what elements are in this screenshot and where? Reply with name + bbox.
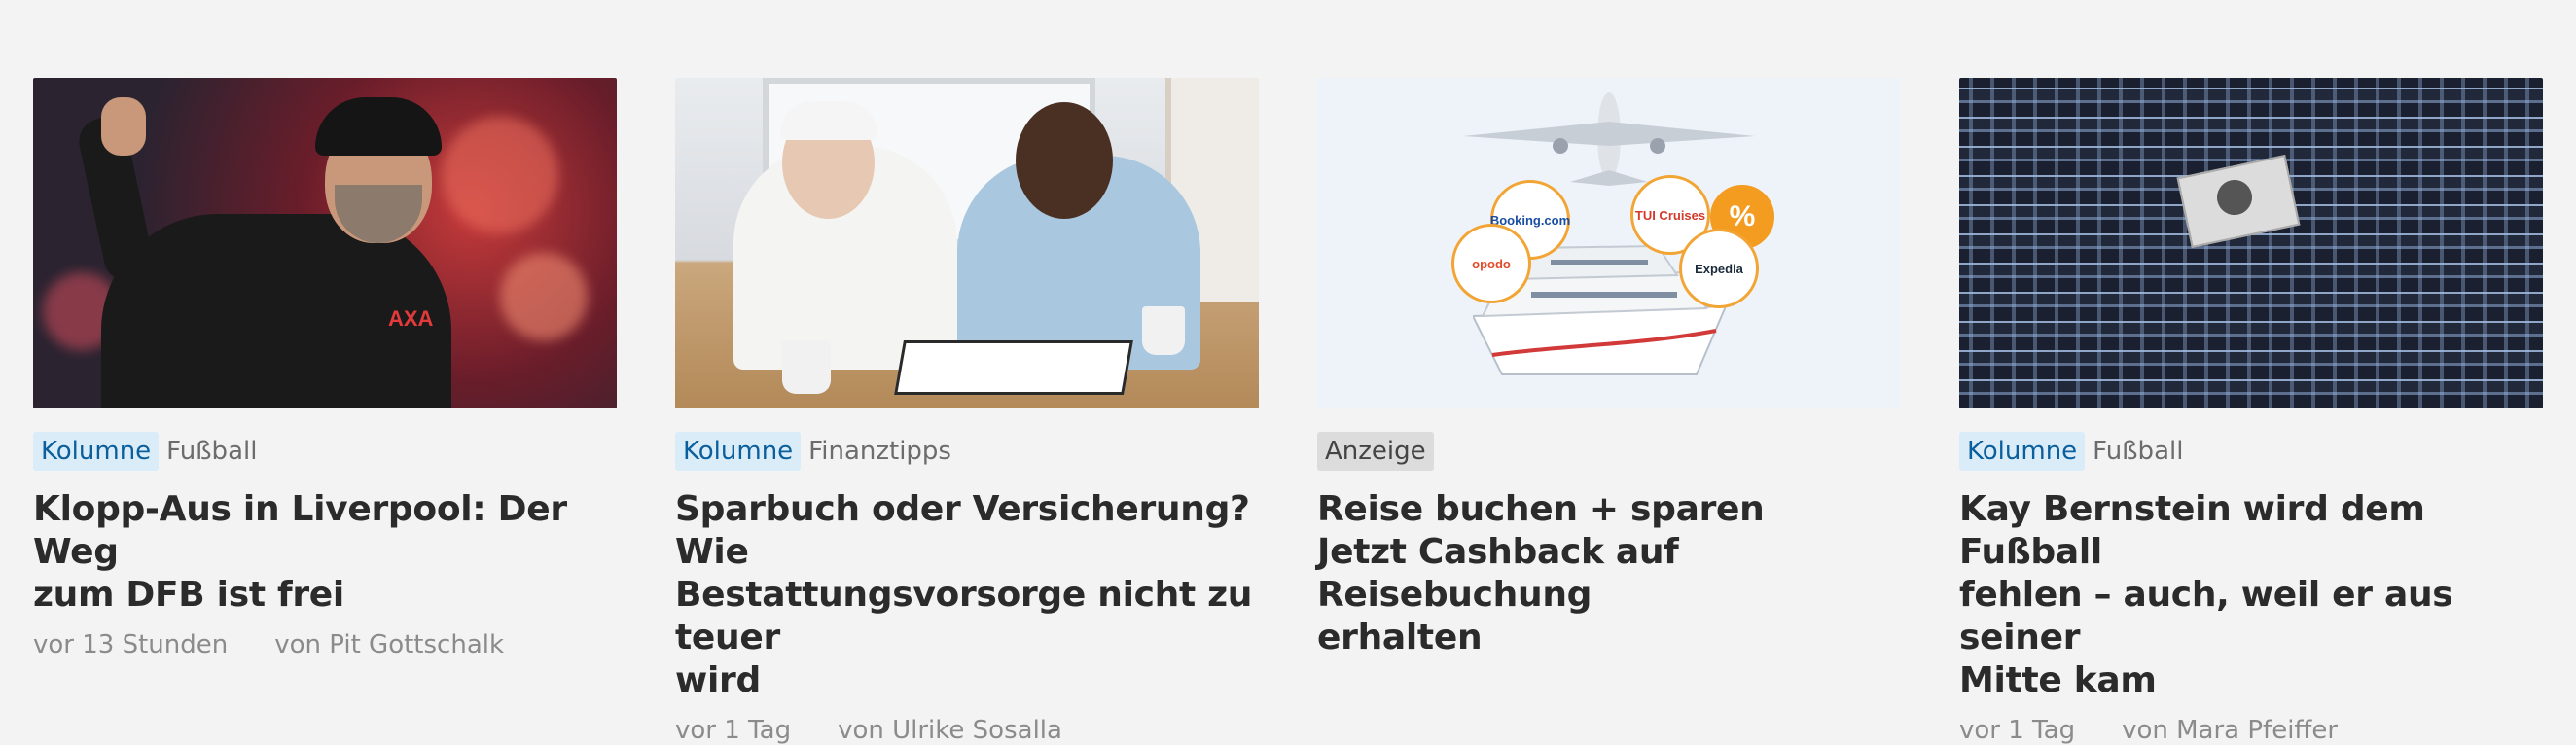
author-name: von Ulrike Sosalla (838, 716, 1062, 745)
article-title[interactable]: Kay Bernstein wird dem Fußball fehlen – … (1959, 488, 2543, 702)
article-teaser-grid: AXA Kolumne Fußball Klopp-Aus in Liverpo… (33, 78, 2543, 745)
article-title[interactable]: Sparbuch oder Versicherung? Wie Bestattu… (675, 488, 1259, 702)
article-card-klopp[interactable]: AXA Kolumne Fußball Klopp-Aus in Liverpo… (33, 78, 617, 745)
article-meta: Kolumne Fußball (33, 432, 617, 471)
kolumne-badge: Kolumne (33, 432, 160, 471)
airplane-icon (1463, 92, 1755, 186)
article-title[interactable]: Klopp-Aus in Liverpool: Der Weg zum DFB … (33, 488, 617, 617)
article-image-fans[interactable] (1959, 78, 2543, 408)
ad-card-reise[interactable]: Booking.com TUI Cruises % opodo Expedia … (1317, 78, 1901, 745)
expedia-logo: Expedia (1679, 229, 1759, 308)
anzeige-badge: Anzeige (1317, 432, 1434, 471)
article-card-bestattungsvorsorge[interactable]: Kolumne Finanztipps Sparbuch oder Versic… (675, 78, 1259, 745)
article-byline: vor 13 Stunden von Pit Gottschalk (33, 630, 617, 659)
ad-title[interactable]: Reise buchen + sparen Jetzt Cashback auf… (1317, 488, 1901, 659)
publish-time: vor 1 Tag (1959, 716, 2076, 745)
author-name: von Pit Gottschalk (274, 630, 505, 659)
article-byline: vor 1 Tag von Ulrike Sosalla (675, 716, 1259, 745)
article-card-bernstein[interactable]: Kolumne Fußball Kay Bernstein wird dem F… (1959, 78, 2543, 745)
category-label[interactable]: Fußball (166, 437, 257, 466)
kolumne-badge: Kolumne (675, 432, 802, 471)
publish-time: vor 1 Tag (675, 716, 792, 745)
article-meta: Kolumne Fußball (1959, 432, 2543, 471)
opodo-logo: opodo (1451, 224, 1531, 303)
kolumne-badge: Kolumne (1959, 432, 2086, 471)
article-image-advice[interactable] (675, 78, 1259, 408)
category-label[interactable]: Finanztipps (808, 437, 951, 466)
article-image-klopp[interactable]: AXA (33, 78, 617, 408)
category-label[interactable]: Fußball (2093, 437, 2183, 466)
article-byline: vor 1 Tag von Mara Pfeiffer (1959, 716, 2543, 745)
publish-time: vor 13 Stunden (33, 630, 229, 659)
article-meta: Kolumne Finanztipps (675, 432, 1259, 471)
ad-image-travel[interactable]: Booking.com TUI Cruises % opodo Expedia (1317, 78, 1901, 408)
author-name: von Mara Pfeiffer (2122, 716, 2339, 745)
article-meta: Anzeige (1317, 432, 1901, 471)
